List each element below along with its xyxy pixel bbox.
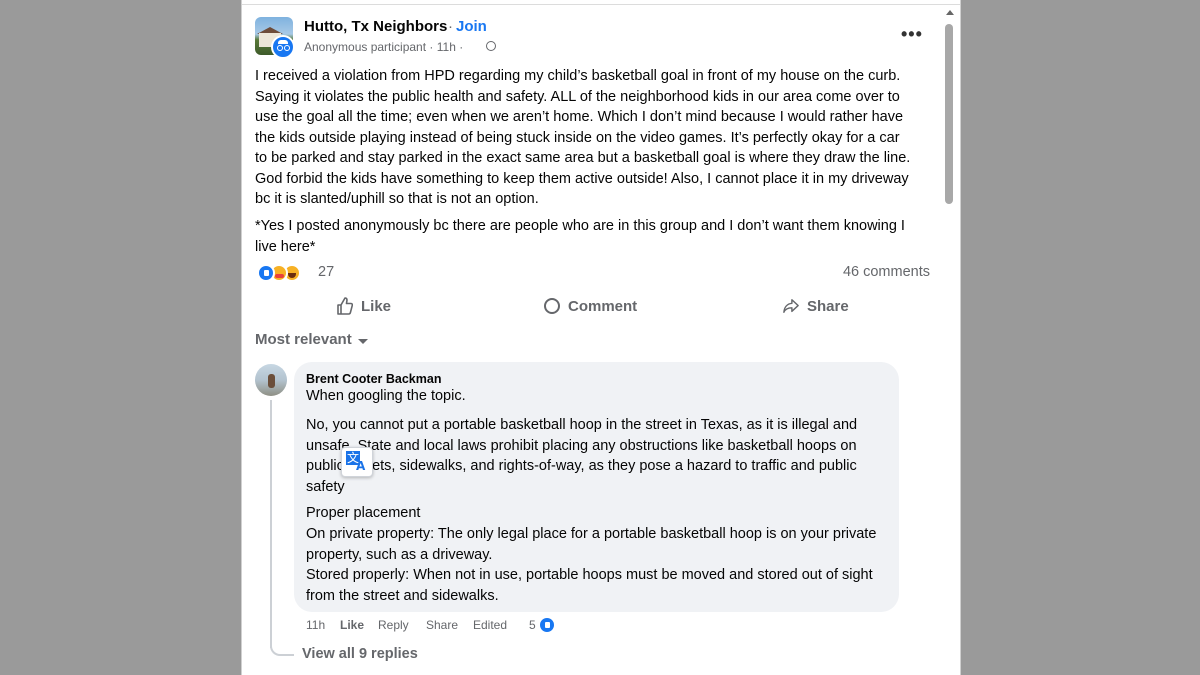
comment-subheading: Proper placement bbox=[306, 505, 421, 521]
post-meta: Anonymous participant · 11h · bbox=[304, 40, 464, 54]
more-options-icon[interactable]: ••• bbox=[901, 24, 923, 45]
post-body: I received a violation from HPD regardin… bbox=[255, 68, 911, 207]
commenter-avatar[interactable] bbox=[255, 364, 287, 396]
comment-like-button[interactable]: Like bbox=[340, 618, 364, 632]
comment-count[interactable]: 46 comments bbox=[843, 264, 930, 280]
comment-paragraph: Stored properly: When not in use, portab… bbox=[306, 567, 873, 604]
globe-icon bbox=[486, 41, 496, 51]
join-button[interactable]: Join bbox=[456, 18, 487, 35]
post-card: Hutto, Tx Neighbors · Join Anonymous par… bbox=[241, 0, 961, 675]
comment-edited-label[interactable]: Edited bbox=[473, 618, 507, 632]
comment-label: Comment bbox=[568, 297, 638, 315]
share-arrow-icon bbox=[783, 299, 799, 313]
comment-icon bbox=[544, 298, 560, 314]
comment-paragraph: On private property: The only legal plac… bbox=[306, 526, 877, 563]
separator-dot: · bbox=[448, 18, 453, 35]
thumbs-up-icon bbox=[337, 297, 353, 315]
comment-reply-button[interactable]: Reply bbox=[378, 618, 409, 632]
chevron-down-icon[interactable] bbox=[358, 339, 368, 344]
sort-comments-dropdown[interactable]: Most relevant bbox=[255, 331, 352, 348]
thread-line bbox=[270, 400, 272, 648]
anonymous-avatar-icon bbox=[271, 35, 295, 59]
comment-time[interactable]: 11h bbox=[306, 618, 325, 632]
translate-icon[interactable] bbox=[341, 447, 373, 477]
like-reaction-icon[interactable] bbox=[538, 616, 556, 634]
comment-button[interactable]: Comment bbox=[544, 295, 637, 317]
comment-intro: When googling the topic. bbox=[306, 388, 466, 404]
comment-share-button[interactable]: Share bbox=[426, 618, 458, 632]
like-button[interactable]: Like bbox=[337, 295, 391, 317]
comment-like-count[interactable]: 5 bbox=[529, 618, 536, 632]
share-button[interactable]: Share bbox=[783, 295, 849, 317]
scroll-up-arrow-icon[interactable] bbox=[946, 10, 954, 15]
reaction-icons[interactable] bbox=[257, 264, 317, 282]
group-name-link[interactable]: Hutto, Tx Neighbors bbox=[304, 18, 447, 35]
view-replies-link[interactable]: View all 9 replies bbox=[302, 646, 418, 662]
reaction-count[interactable]: 27 bbox=[318, 264, 334, 280]
scrollbar-thumb[interactable] bbox=[945, 24, 953, 204]
share-label: Share bbox=[807, 297, 849, 315]
divider bbox=[242, 4, 960, 5]
thread-connector bbox=[270, 640, 294, 656]
post-body-note: *Yes I posted anonymously bc there are p… bbox=[255, 218, 905, 255]
like-reaction-icon bbox=[257, 264, 275, 282]
like-label: Like bbox=[361, 297, 392, 315]
comment-paragraph: No, you cannot put a portable basketball… bbox=[306, 417, 858, 495]
commenter-name-link[interactable]: Brent Cooter Backman bbox=[306, 372, 441, 386]
